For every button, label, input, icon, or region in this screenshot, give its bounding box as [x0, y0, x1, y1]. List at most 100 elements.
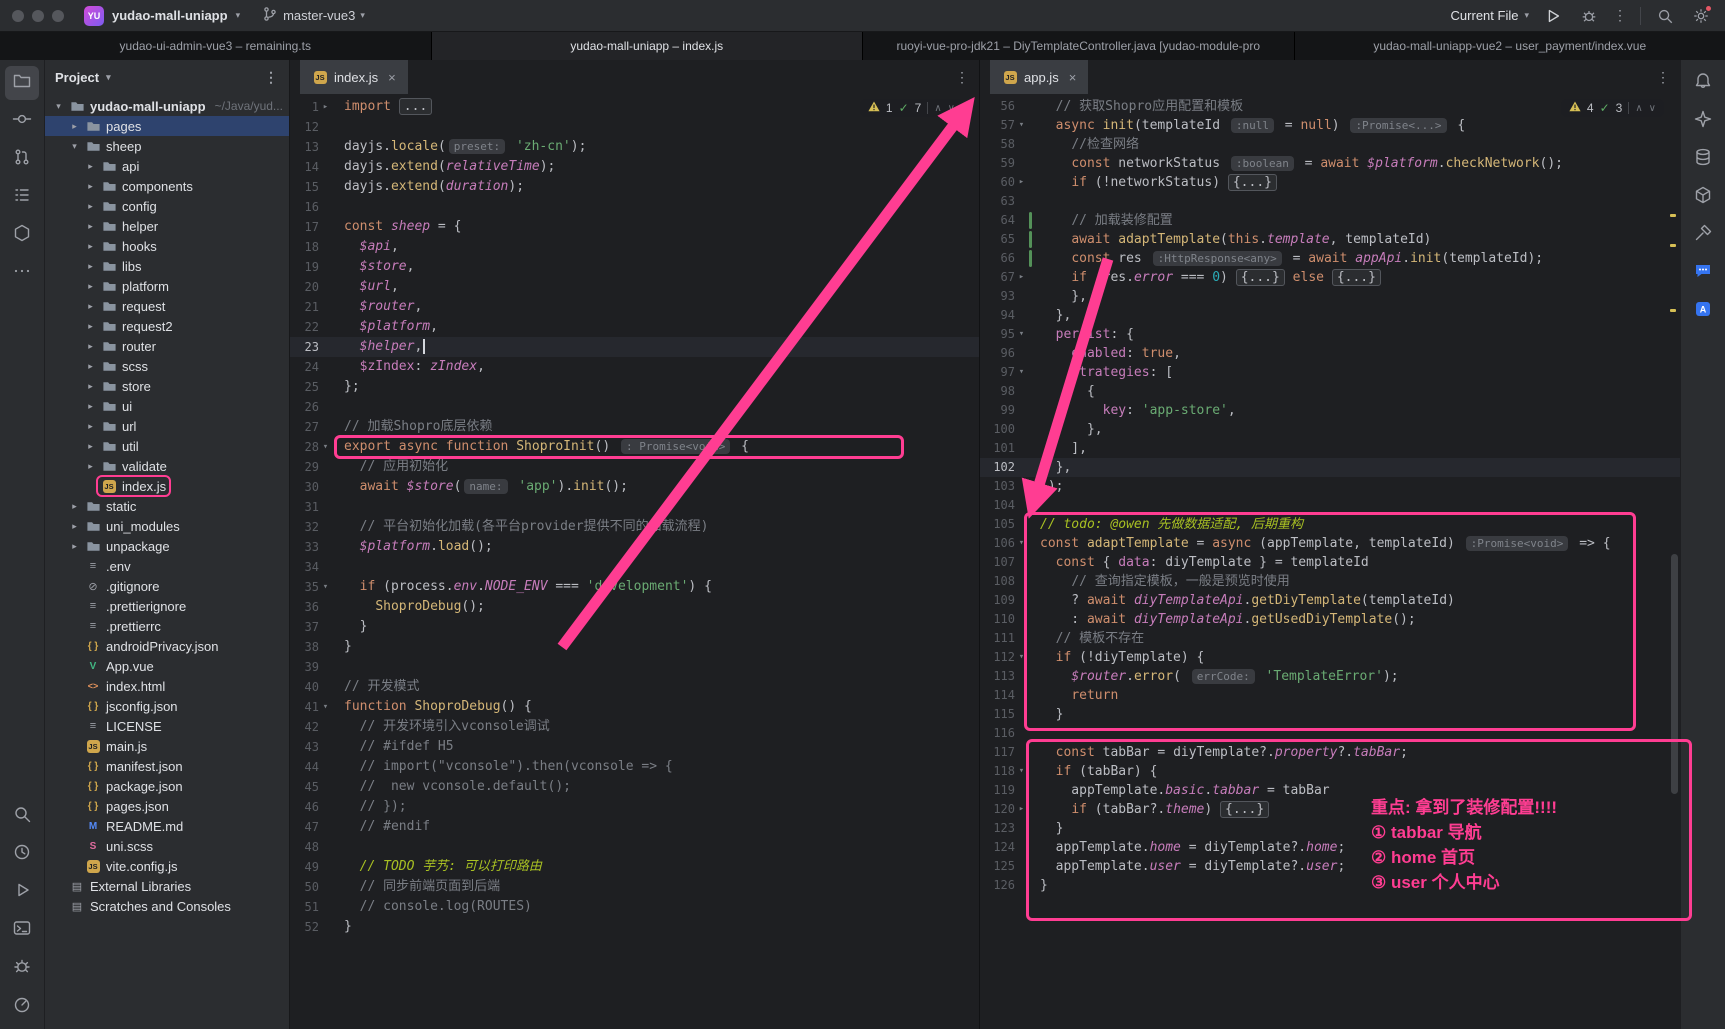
translate-button[interactable]: A [1686, 294, 1720, 328]
code-line[interactable]: 96 enabled: true, [980, 344, 1680, 363]
code-line[interactable]: 12 [290, 117, 979, 137]
tree-item[interactable]: ▸api [45, 156, 289, 176]
code-line[interactable]: 115 } [980, 705, 1680, 724]
line-number[interactable]: 42 [290, 717, 319, 737]
project-panel-header[interactable]: Project ▾ ⋮ [45, 60, 289, 94]
tab-options-button[interactable]: ⋮ [955, 69, 969, 86]
gutter[interactable]: 110 [980, 610, 1032, 629]
line-number[interactable]: 100 [980, 420, 1015, 439]
line-number[interactable]: 32 [290, 517, 319, 537]
line-number[interactable]: 64 [980, 211, 1015, 230]
gutter[interactable]: 66 [980, 249, 1032, 268]
tree-item[interactable]: ≡.prettierrc [45, 616, 289, 636]
line-number[interactable]: 67 [980, 268, 1015, 287]
tree-item[interactable]: ▸store [45, 376, 289, 396]
code-line[interactable]: 104 [980, 496, 1680, 515]
code-line[interactable]: 95▾ persist: { [980, 325, 1680, 344]
line-number[interactable]: 41 [290, 697, 319, 717]
gutter[interactable]: 115 [980, 705, 1032, 724]
line-number[interactable]: 15 [290, 177, 319, 197]
ai-assistant-button[interactable] [1686, 104, 1720, 138]
line-number[interactable]: 93 [980, 287, 1015, 306]
gutter[interactable]: 59 [980, 154, 1032, 173]
gutter[interactable]: 39 [290, 657, 336, 677]
branch-widget[interactable]: master-vue3 ▾ [262, 6, 365, 25]
tree-item[interactable]: ▸platform [45, 276, 289, 296]
fold-expanded-icon[interactable]: ▾ [319, 577, 332, 597]
line-number[interactable]: 51 [290, 897, 319, 917]
code-line[interactable]: 41▾function ShoproDebug() { [290, 697, 979, 717]
line-number[interactable]: 26 [290, 397, 319, 417]
line-number[interactable]: 1 [290, 97, 319, 117]
editor-tab[interactable]: JS app.js × [990, 60, 1088, 94]
tree-item[interactable]: { }manifest.json [45, 756, 289, 776]
code-line[interactable]: 42 // 开发环境引入vconsole调试 [290, 717, 979, 737]
code-line[interactable]: 116 [980, 724, 1680, 743]
tree-item[interactable]: ▸pages [45, 116, 289, 136]
code-line[interactable]: 13dayjs.locale(preset: 'zh-cn'); [290, 137, 979, 157]
line-number[interactable]: 118 [980, 762, 1015, 781]
line-number[interactable]: 30 [290, 477, 319, 497]
chevron-collapsed-icon[interactable]: ▸ [83, 421, 98, 432]
gutter[interactable]: 105 [980, 515, 1032, 534]
code-line[interactable]: 18 $api, [290, 237, 979, 257]
fold-expanded-icon[interactable]: ▾ [1015, 648, 1028, 667]
gutter[interactable]: 93 [980, 287, 1032, 306]
code-line[interactable]: 63 [980, 192, 1680, 211]
gutter[interactable]: 94 [980, 306, 1032, 325]
tree-item[interactable]: ▤Scratches and Consoles [45, 896, 289, 916]
code-line[interactable]: 65 await adaptTemplate(this.template, te… [980, 230, 1680, 249]
fold-expanded-icon[interactable]: ▾ [1015, 325, 1028, 344]
gutter[interactable]: 111 [980, 629, 1032, 648]
line-number[interactable]: 18 [290, 237, 319, 257]
fold-collapsed-icon[interactable]: ▸ [319, 97, 332, 117]
tree-item[interactable]: ▸hooks [45, 236, 289, 256]
gutter[interactable]: 125 [980, 857, 1032, 876]
line-number[interactable]: 101 [980, 439, 1015, 458]
code-line[interactable]: 110 : await diyTemplateApi.getUsedDiyTem… [980, 610, 1680, 629]
line-number[interactable]: 95 [980, 325, 1015, 344]
code-line[interactable]: 36 ShoproDebug(); [290, 597, 979, 617]
chevron-collapsed-icon[interactable]: ▸ [83, 201, 98, 212]
line-number[interactable]: 96 [980, 344, 1015, 363]
gutter[interactable]: 45 [290, 777, 336, 797]
gutter[interactable]: 27 [290, 417, 336, 437]
fold-expanded-icon[interactable]: ▾ [1015, 363, 1028, 382]
more-actions-button[interactable]: ⋮ [1613, 7, 1628, 24]
gutter[interactable]: 24 [290, 357, 336, 377]
line-number[interactable]: 36 [290, 597, 319, 617]
close-window-button[interactable] [12, 10, 24, 22]
chevron-collapsed-icon[interactable]: ▸ [83, 321, 98, 332]
line-number[interactable]: 27 [290, 417, 319, 437]
chevron-collapsed-icon[interactable]: ▸ [67, 521, 82, 532]
line-number[interactable]: 108 [980, 572, 1015, 591]
tree-item[interactable]: ⊘.gitignore [45, 576, 289, 596]
debug-button[interactable] [5, 951, 39, 985]
code-line[interactable]: 124 appTemplate.home = diyTemplate?.home… [980, 838, 1680, 857]
line-number[interactable]: 109 [980, 591, 1015, 610]
tree-item[interactable]: ▸router [45, 336, 289, 356]
fold-expanded-icon[interactable]: ▾ [319, 697, 332, 717]
tree-item[interactable]: JSindex.js [45, 476, 289, 496]
project-name[interactable]: yudao-mall-uniapp [112, 8, 228, 23]
gutter[interactable]: 56 [980, 97, 1032, 116]
code-line[interactable]: 26 [290, 397, 979, 417]
gutter[interactable]: 13 [290, 137, 336, 157]
gutter[interactable]: 118▾ [980, 762, 1032, 781]
gutter[interactable]: 30 [290, 477, 336, 497]
gutter[interactable]: 32 [290, 517, 336, 537]
tree-item[interactable]: ▸util [45, 436, 289, 456]
line-number[interactable]: 24 [290, 357, 319, 377]
code-line[interactable]: 105// todo: @owen 先做数据适配, 后期重构 [980, 515, 1680, 534]
history-button[interactable] [5, 837, 39, 871]
chevron-expanded-icon[interactable]: ▾ [51, 101, 66, 112]
line-number[interactable]: 29 [290, 457, 319, 477]
window-tab[interactable]: ruoyi-vue-pro-jdk21 – DiyTemplateControl… [863, 32, 1295, 60]
code-line[interactable]: 40// 开发模式 [290, 677, 979, 697]
line-number[interactable]: 125 [980, 857, 1015, 876]
gutter[interactable]: 67▸ [980, 268, 1032, 287]
line-number[interactable]: 57 [980, 116, 1015, 135]
chevron-collapsed-icon[interactable]: ▸ [83, 161, 98, 172]
gutter[interactable]: 26 [290, 397, 336, 417]
code-line[interactable]: 126} [980, 876, 1680, 895]
